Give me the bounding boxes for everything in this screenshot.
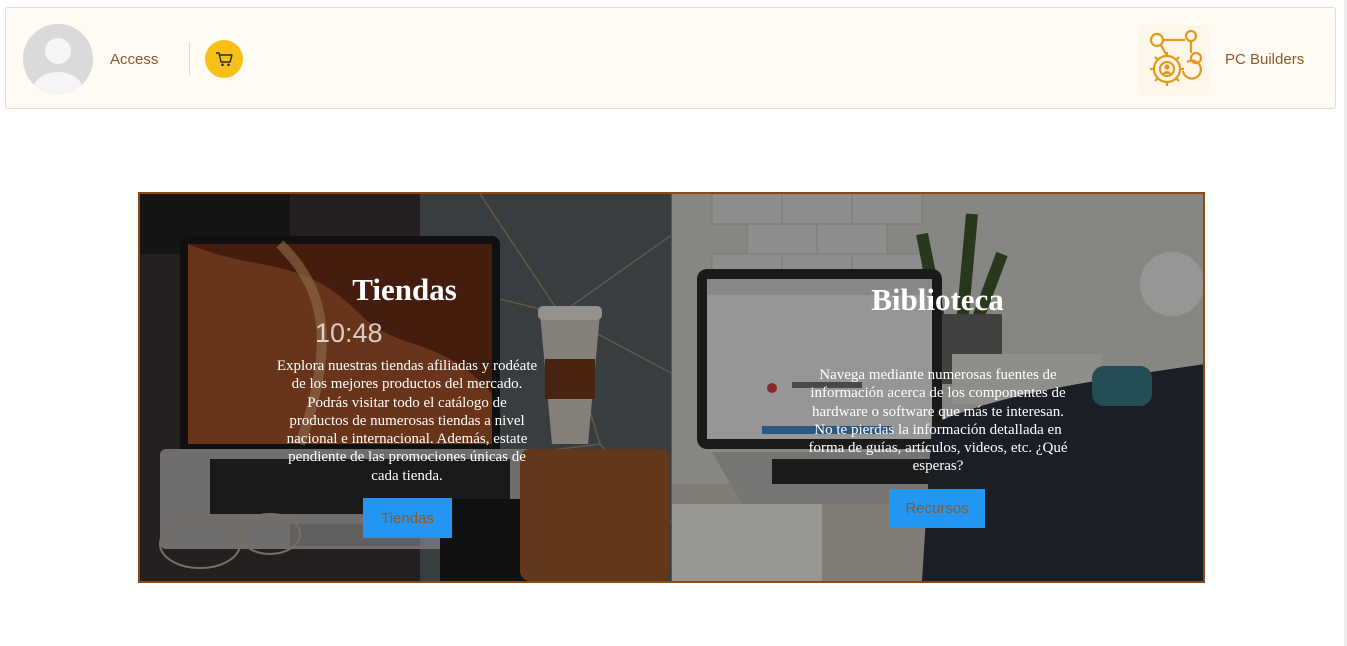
laptop-screen-time: 10:48	[315, 318, 383, 348]
shopping-cart-icon	[216, 52, 233, 67]
gear-network-logo-icon	[1139, 25, 1209, 95]
top-navbar: Access PC Builders	[5, 7, 1336, 109]
tiendas-description: Explora nuestras tiendas afiliadas y rod…	[276, 358, 538, 484]
page: Access PC Builders 10:48 Tiendas Explora…	[0, 0, 1347, 646]
header-divider	[189, 42, 190, 75]
user-avatar-icon[interactable]	[23, 24, 93, 94]
feature-panels: 10:48 Tiendas Explora nuestras tiendas a…	[138, 192, 1205, 583]
biblioteca-panel: Biblioteca Navega mediante numerosas fue…	[672, 194, 1203, 581]
biblioteca-title: Biblioteca	[871, 282, 1004, 317]
biblioteca-description: Navega mediante numerosas fuentes de inf…	[808, 367, 1068, 475]
tiendas-panel: 10:48 Tiendas Explora nuestras tiendas a…	[140, 194, 672, 581]
tiendas-title: Tiendas	[352, 272, 457, 307]
tiendas-button[interactable]: Tiendas	[363, 498, 452, 538]
cart-button[interactable]	[205, 40, 243, 78]
brand-name: PC Builders	[1225, 51, 1305, 68]
recursos-button[interactable]: Recursos	[889, 489, 985, 528]
access-link[interactable]: Access	[110, 51, 158, 68]
